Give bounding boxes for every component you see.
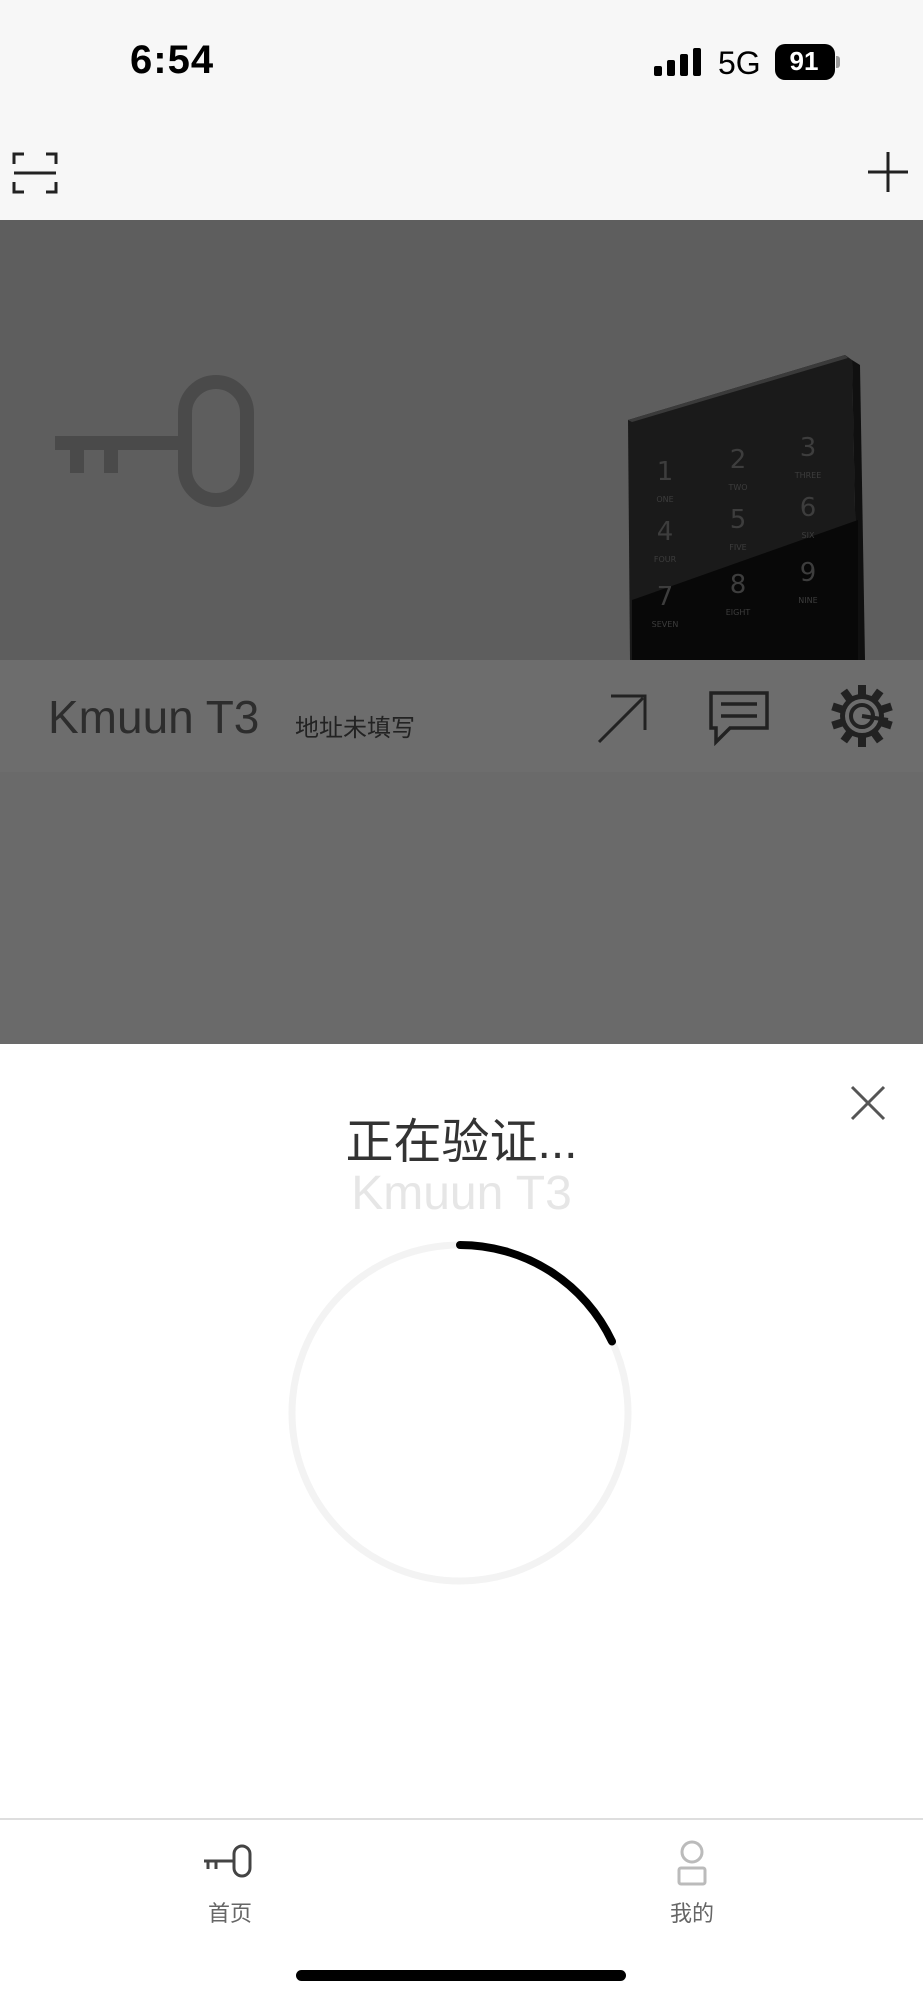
tab-mine-label: 我的: [669, 1901, 714, 1926]
keypad-digit: 7: [657, 582, 674, 612]
verify-device-name: Kmuun T3: [351, 1167, 572, 1220]
tab-home-label: 首页: [207, 1901, 252, 1926]
spinner-arc: [456, 1241, 617, 1346]
top-toolbar: [0, 130, 923, 220]
verify-title: 正在验证...: [345, 1116, 578, 1169]
gear-icon[interactable]: [830, 684, 894, 748]
key-icon: [204, 1844, 252, 1878]
message-icon[interactable]: [708, 690, 770, 746]
tab-mine[interactable]: 我的: [642, 1832, 742, 1942]
keypad-label: FOUR: [654, 555, 677, 564]
keypad-digit: 5: [730, 505, 747, 535]
keypad-digit: 2: [730, 445, 747, 475]
keypad-label: THREE: [794, 471, 822, 480]
network-type: 5G: [718, 45, 761, 81]
plus-icon[interactable]: [866, 150, 910, 194]
keypad-label: TWO: [727, 483, 747, 492]
signal-strength-icon: [654, 48, 701, 76]
key-logo-icon: [55, 375, 254, 507]
keypad-digit: 6: [800, 493, 817, 523]
loading-spinner: [288, 1241, 632, 1585]
keypad-digit: 8: [730, 570, 747, 600]
keypad-digit: 3: [800, 433, 817, 463]
keypad-label: ONE: [656, 495, 673, 504]
device-address: 地址未填写: [295, 715, 415, 742]
keypad-label: FIVE: [729, 543, 747, 552]
status-time: 6:54: [130, 38, 215, 82]
share-arrow-icon[interactable]: [595, 690, 651, 746]
smart-lock-image: 1 ONE 2 TWO 3 THREE 4 FOUR 5 FIVE 6 SIX 7 SEVEN 8 EIGHT…: [628, 355, 865, 660]
keypad-label: EIGHT: [726, 608, 751, 617]
scan-icon[interactable]: [12, 152, 58, 194]
home-indicator: [296, 1970, 626, 1981]
dimmed-overlay: [0, 772, 923, 1044]
battery-level: 91: [789, 46, 819, 76]
keypad-label: NINE: [798, 596, 817, 605]
keypad-digit: 1: [657, 457, 674, 487]
person-icon: [677, 1840, 707, 1886]
device-name: Kmuun T3: [48, 691, 260, 743]
keypad-label: SEVEN: [652, 620, 679, 629]
keypad-digit: 4: [657, 517, 674, 547]
battery-indicator: 91: [775, 44, 840, 80]
keypad-digit: 9: [800, 558, 817, 588]
tab-home[interactable]: 首页: [180, 1832, 280, 1942]
keypad-label: SIX: [802, 531, 815, 540]
